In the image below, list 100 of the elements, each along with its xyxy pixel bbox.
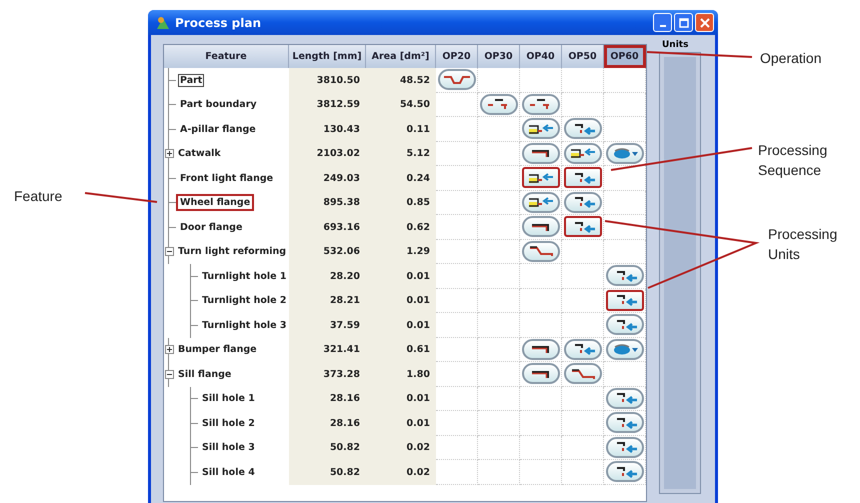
table-cell — [520, 288, 562, 313]
table-cell — [478, 436, 520, 460]
expander-icon[interactable] — [165, 345, 174, 354]
feature-name[interactable]: Sill hole 3 — [198, 439, 259, 456]
length-cell: 693.16 — [289, 215, 366, 240]
feature-name[interactable]: Wheel flange — [176, 194, 254, 212]
feature-name[interactable]: Sill flange — [174, 366, 236, 383]
column-header[interactable]: OP30 — [478, 45, 520, 68]
table-cell — [520, 436, 562, 460]
table-cell — [436, 117, 478, 142]
table-cell — [436, 313, 478, 338]
table-cell — [436, 215, 478, 240]
minimize-icon — [660, 24, 666, 26]
table-cell — [436, 436, 478, 460]
expander-icon[interactable] — [165, 149, 174, 158]
feature-name[interactable]: Turnlight hole 1 — [198, 268, 290, 285]
feature-name[interactable]: Sill hole 4 — [198, 464, 259, 481]
maximize-button[interactable] — [674, 13, 693, 32]
area-cell: 0.02 — [366, 460, 436, 484]
table-cell — [520, 411, 562, 436]
table-cell — [520, 460, 562, 484]
area-cell: 0.61 — [366, 338, 436, 362]
window-title: Process plan — [175, 16, 262, 30]
feature-name[interactable]: Turnlight hole 2 — [198, 292, 290, 310]
area-cell: 0.62 — [366, 215, 436, 240]
table-cell — [478, 288, 520, 313]
length-cell: 50.82 — [289, 460, 366, 484]
column-header[interactable]: Feature — [164, 45, 289, 68]
area-cell: 0.01 — [366, 264, 436, 288]
feature-name[interactable]: Part boundary — [176, 96, 261, 114]
area-cell: 0.85 — [366, 190, 436, 215]
feature-name[interactable]: Sill hole 1 — [198, 390, 259, 408]
area-cell: 1.29 — [366, 240, 436, 264]
length-cell: 373.28 — [289, 362, 366, 386]
length-cell: 28.16 — [289, 386, 366, 411]
area-cell: 0.01 — [366, 313, 436, 338]
area-cell: 5.12 — [366, 142, 436, 166]
callout-label: Feature — [14, 187, 64, 206]
table-cell — [436, 338, 478, 362]
length-cell: 321.41 — [289, 338, 366, 362]
area-cell: 0.01 — [366, 288, 436, 313]
table-cell — [436, 264, 478, 288]
length-cell: 3810.50 — [289, 68, 366, 92]
table-cell — [436, 142, 478, 166]
expander-icon[interactable] — [165, 370, 174, 379]
feature-name[interactable]: Catwalk — [174, 145, 225, 162]
table-cell — [436, 411, 478, 436]
area-cell: 0.01 — [366, 411, 436, 436]
length-cell: 37.59 — [289, 313, 366, 338]
feature-name[interactable]: Bumper flange — [174, 341, 261, 358]
close-icon — [700, 18, 710, 28]
length-cell: 50.82 — [289, 436, 366, 460]
length-cell: 28.16 — [289, 411, 366, 436]
length-cell: 3812.59 — [289, 92, 366, 117]
table-cell — [436, 190, 478, 215]
callout-label: Operation — [760, 49, 822, 68]
maximize-icon — [678, 18, 688, 28]
units-label: Units — [661, 40, 690, 50]
column-header[interactable]: OP40 — [520, 45, 562, 68]
area-cell: 0.11 — [366, 117, 436, 142]
table-cell — [478, 460, 520, 484]
callout-label: Processing Units — [768, 225, 838, 264]
table-cell — [562, 68, 604, 92]
table-cell — [478, 411, 520, 436]
column-header[interactable]: OP60 — [604, 45, 646, 68]
app-icon — [156, 16, 170, 30]
feature-name[interactable]: Door flange — [176, 218, 246, 236]
feature-name[interactable]: A-pillar flange — [176, 120, 260, 138]
table-cell — [478, 313, 520, 338]
length-cell: 532.06 — [289, 240, 366, 264]
table-cell — [436, 166, 478, 190]
length-cell: 28.20 — [289, 264, 366, 288]
feature-name[interactable]: Turn light reforming — [174, 243, 290, 260]
area-cell: 48.52 — [366, 68, 436, 92]
column-header[interactable]: OP20 — [436, 45, 478, 68]
area-cell: 0.24 — [366, 166, 436, 190]
length-cell: 130.43 — [289, 117, 366, 142]
area-cell: 54.50 — [366, 92, 436, 117]
feature-name[interactable]: Part — [176, 72, 206, 89]
length-cell: 895.38 — [289, 190, 366, 215]
area-cell: 0.01 — [366, 386, 436, 411]
length-cell: 2103.02 — [289, 142, 366, 166]
area-cell: 1.80 — [366, 362, 436, 386]
table-cell — [436, 240, 478, 264]
length-cell: 249.03 — [289, 166, 366, 190]
length-cell: 28.21 — [289, 288, 366, 313]
table-cell — [436, 386, 478, 411]
table-cell — [604, 68, 646, 92]
table-cell — [478, 386, 520, 411]
table-cell — [436, 288, 478, 313]
table-cell — [478, 264, 520, 288]
feature-name[interactable]: Turnlight hole 3 — [198, 316, 290, 334]
feature-name[interactable]: Sill hole 2 — [198, 414, 259, 432]
table-cell — [604, 92, 646, 117]
feature-name[interactable]: Front light flange — [176, 170, 278, 187]
callout-label: Processing Sequence — [758, 141, 828, 180]
close-button[interactable] — [695, 13, 714, 32]
minimize-button[interactable] — [653, 13, 672, 32]
expander-icon[interactable] — [165, 247, 174, 256]
table-cell — [436, 362, 478, 386]
